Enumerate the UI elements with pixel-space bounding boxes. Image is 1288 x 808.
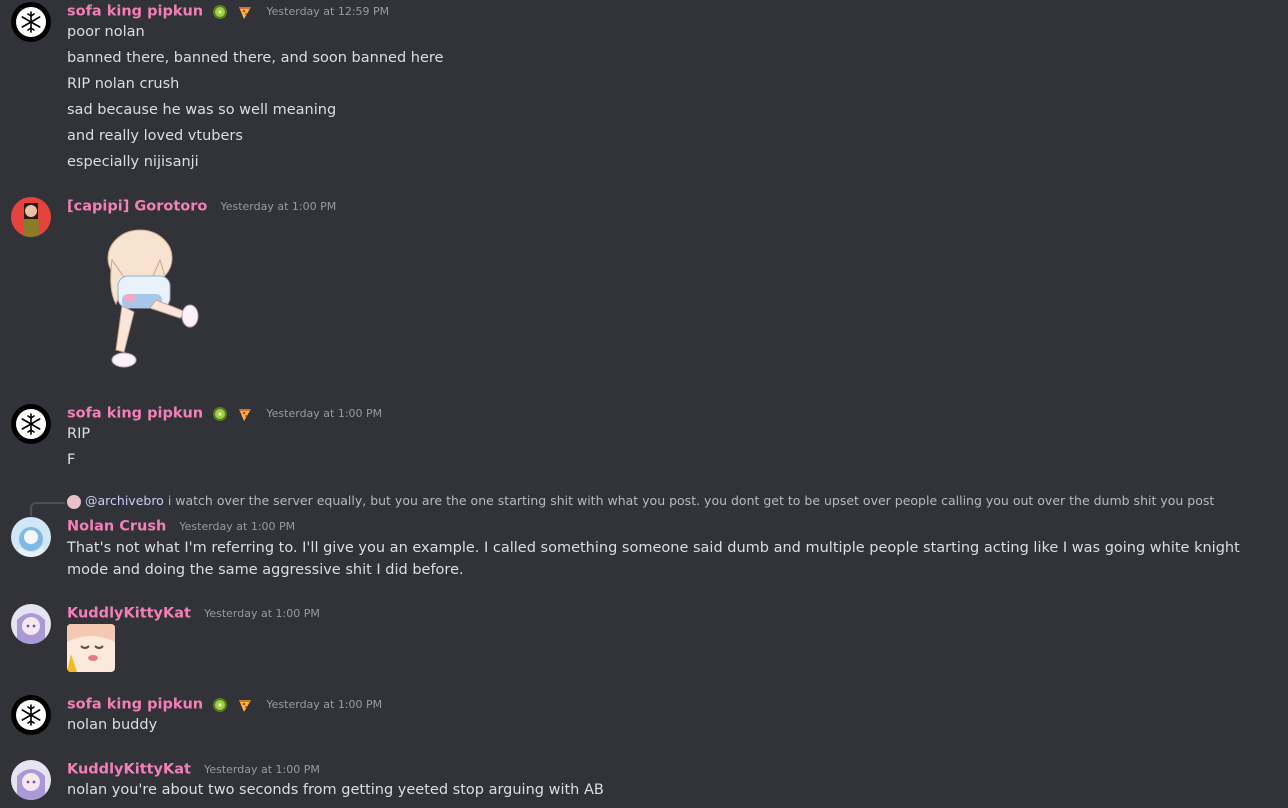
message-text: especially nijisanji [67, 154, 199, 170]
snowflake-icon [21, 704, 41, 726]
reply-mention[interactable]: @archivebro [85, 493, 164, 508]
message-text: sad because he was so well meaning [67, 102, 337, 118]
username[interactable]: [capipi] Gorotoro [67, 199, 207, 215]
username[interactable]: KuddlyKittyKat [67, 606, 191, 622]
character-portrait-icon [17, 613, 45, 644]
username[interactable]: sofa king pipkun [67, 406, 203, 422]
character-portrait-icon [17, 769, 45, 800]
pizza-badge-icon [239, 6, 252, 19]
username[interactable]: KuddlyKittyKat [67, 762, 191, 778]
timestamp: Yesterday at 1:00 PM [204, 763, 320, 776]
chat-message-list: sofa king pipkun Yesterday at 12:59 PM p… [0, 0, 1288, 808]
timestamp: Yesterday at 1:00 PM [266, 698, 383, 711]
avatar-nolan-crush[interactable] [11, 517, 51, 557]
message-header: sofa king pipkun Yesterday at 1:00 PM [67, 694, 382, 714]
timestamp: Yesterday at 1:00 PM [266, 407, 383, 420]
reply-spine-icon [30, 502, 65, 516]
message-header: KuddlyKittyKat Yesterday at 1:00 PM [67, 603, 320, 623]
avatar-gorotoro[interactable] [11, 197, 51, 237]
message-text: That's not what I'm referring to. I'll g… [67, 540, 1240, 578]
snowflake-icon [21, 11, 41, 33]
reply-avatar [67, 494, 81, 509]
reply-preview[interactable]: @archivebro i watch over the server equal… [67, 493, 1214, 511]
timestamp: Yesterday at 12:59 PM [266, 5, 390, 18]
message-text: and really loved vtubers [67, 128, 243, 144]
message-text: nolan buddy [67, 717, 158, 733]
character-portrait-icon [23, 203, 39, 237]
kiwi-badge-icon [213, 406, 228, 421]
character-portrait-icon [19, 527, 43, 557]
timestamp: Yesterday at 1:00 PM [179, 520, 296, 533]
avatar-kuddlykittykat[interactable] [11, 760, 51, 800]
timestamp: Yesterday at 1:00 PM [204, 607, 320, 620]
message-text: poor nolan [67, 24, 145, 40]
kiwi-badge-icon [213, 4, 228, 19]
avatar-sofa-king-pipkun[interactable] [11, 695, 51, 735]
message-header: sofa king pipkun Yesterday at 12:59 PM [67, 1, 389, 21]
anime-girl-sticker[interactable] [90, 220, 208, 380]
message-text: RIP [67, 426, 91, 442]
message-header: [capipi] Gorotoro Yesterday at 1:00 PM [67, 196, 336, 216]
avatar-sofa-king-pipkun[interactable] [11, 404, 51, 444]
custom-emoji-image[interactable] [67, 624, 115, 672]
kiwi-badge-icon [213, 697, 228, 712]
message-text: RIP nolan crush [67, 76, 180, 92]
avatar-sofa-king-pipkun[interactable] [11, 2, 51, 42]
message-text: nolan you're about two seconds from gett… [67, 782, 604, 798]
pizza-badge-icon [239, 699, 252, 712]
message-header: KuddlyKittyKat Yesterday at 1:00 PM [67, 759, 320, 779]
username[interactable]: sofa king pipkun [67, 4, 203, 20]
crying-girl-emoji-icon [67, 624, 115, 672]
message-text: F [67, 452, 76, 468]
avatar-kuddlykittykat[interactable] [11, 604, 51, 644]
username[interactable]: Nolan Crush [67, 519, 166, 535]
message-header: Nolan Crush Yesterday at 1:00 PM [67, 516, 295, 536]
timestamp: Yesterday at 1:00 PM [220, 200, 337, 213]
reply-text: i watch over the server equally, but you… [167, 493, 1215, 508]
message-header: sofa king pipkun Yesterday at 1:00 PM [67, 403, 382, 423]
message-text: banned there, banned there, and soon ban… [67, 50, 444, 66]
pizza-badge-icon [239, 408, 252, 421]
snowflake-icon [21, 413, 41, 435]
username[interactable]: sofa king pipkun [67, 697, 203, 713]
